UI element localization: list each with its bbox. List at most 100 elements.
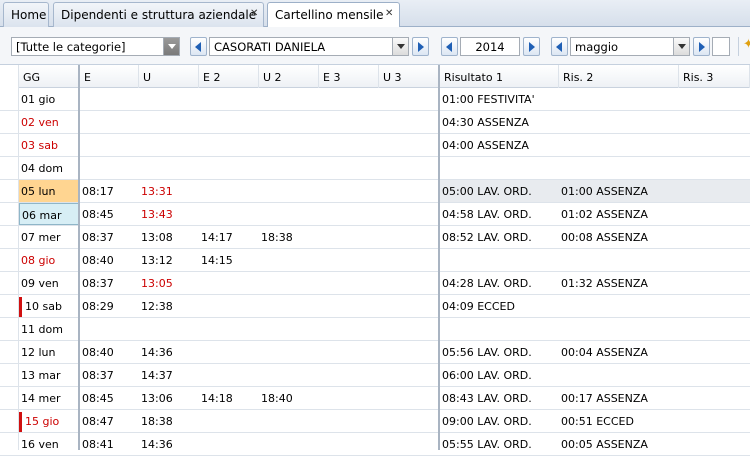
cell-e2[interactable]: [199, 157, 201, 179]
cell-u2[interactable]: [259, 134, 261, 156]
cell-r1[interactable]: 04:28 LAV. ORD.: [440, 272, 532, 294]
wand-icon[interactable]: ✦: [738, 37, 750, 56]
next-year-button[interactable]: [523, 37, 540, 56]
cell-u1[interactable]: 12:38: [139, 295, 173, 317]
col-ris3[interactable]: Ris. 3: [679, 65, 750, 88]
col-u1[interactable]: U: [139, 65, 199, 88]
cell-e2[interactable]: [199, 272, 201, 294]
cell-u1[interactable]: [139, 134, 141, 156]
close-icon[interactable]: ✕: [250, 8, 258, 19]
cell-u2[interactable]: [259, 272, 261, 294]
table-row[interactable]: 05 lun 08:17 13:31 05:00 LAV. ORD. 01:00 ASS…: [0, 180, 750, 203]
cell-e1[interactable]: 08:37: [80, 226, 114, 248]
table-row[interactable]: 04 dom: [0, 157, 750, 180]
cell-u2[interactable]: [259, 341, 261, 363]
cell-r1[interactable]: 09:00 LAV. ORD.: [440, 410, 532, 432]
day-cell[interactable]: 02 ven: [19, 111, 79, 133]
day-cell[interactable]: 12 lun: [19, 341, 79, 363]
cell-e2[interactable]: [199, 295, 201, 317]
cell-r1[interactable]: 08:43 LAV. ORD.: [440, 387, 532, 409]
cell-r1[interactable]: 08:52 LAV. ORD.: [440, 226, 532, 248]
cell-u1[interactable]: 13:43: [139, 203, 173, 225]
table-row[interactable]: 06 mar 08:45 13:43 04:58 LAV. ORD. 01:02 ASS…: [0, 203, 750, 226]
cell-r1[interactable]: 05:00 LAV. ORD.: [440, 180, 532, 202]
cell-e1[interactable]: 08:45: [80, 387, 114, 409]
table-row[interactable]: 01 gio 01:00 FESTIVITA': [0, 88, 750, 111]
table-row[interactable]: 08 gio 08:40 13:12 14:15: [0, 249, 750, 272]
cell-r1[interactable]: [440, 157, 442, 179]
col-gg[interactable]: GG: [19, 65, 79, 88]
col-e3[interactable]: E 3: [319, 65, 379, 88]
cell-e2[interactable]: [199, 410, 201, 432]
cell-r2[interactable]: 00:05 ASSENZA: [559, 433, 648, 455]
cell-r2[interactable]: 01:32 ASSENZA: [559, 272, 648, 294]
cell-r1[interactable]: 04:09 ECCED: [440, 295, 515, 317]
cell-e2[interactable]: [199, 203, 201, 225]
cell-e2[interactable]: [199, 433, 201, 455]
cell-u1[interactable]: [139, 318, 141, 340]
cell-e1[interactable]: 08:47: [80, 410, 114, 432]
cell-u1[interactable]: [139, 88, 141, 110]
cell-e1[interactable]: 08:40: [80, 341, 114, 363]
day-cell[interactable]: 13 mar: [19, 364, 79, 386]
cell-r2[interactable]: [559, 88, 561, 110]
col-e2[interactable]: E 2: [199, 65, 259, 88]
cell-r2[interactable]: 00:08 ASSENZA: [559, 226, 648, 248]
day-cell[interactable]: 01 gio: [19, 88, 79, 110]
cell-e2[interactable]: [199, 341, 201, 363]
chevron-down-icon[interactable]: [392, 38, 408, 55]
cell-u1[interactable]: 13:06: [139, 387, 173, 409]
day-cell[interactable]: 06 mar: [19, 203, 79, 225]
cell-e1[interactable]: 08:17: [80, 180, 114, 202]
day-cell[interactable]: 10 sab: [19, 295, 79, 317]
cell-e1[interactable]: [80, 157, 82, 179]
cell-u2[interactable]: [259, 410, 261, 432]
cell-r2[interactable]: [559, 134, 561, 156]
cell-u1[interactable]: 14:37: [139, 364, 173, 386]
cell-u2[interactable]: 18:40: [259, 387, 293, 409]
cell-u2[interactable]: [259, 203, 261, 225]
cell-u2[interactable]: [259, 157, 261, 179]
cell-u2[interactable]: [259, 180, 261, 202]
chevron-down-icon[interactable]: [163, 38, 179, 55]
cell-u2[interactable]: [259, 295, 261, 317]
cell-r2[interactable]: 01:00 ASSENZA: [559, 180, 648, 202]
table-row[interactable]: 07 mer 08:37 13:08 14:17 18:38 08:52 LAV. ORD…: [0, 226, 750, 249]
cell-e1[interactable]: 08:45: [80, 203, 114, 225]
table-row[interactable]: 10 sab 08:29 12:38 04:09 ECCED: [0, 295, 750, 318]
cell-u2[interactable]: 18:38: [259, 226, 293, 248]
cell-u1[interactable]: 18:38: [139, 410, 173, 432]
cell-u1[interactable]: 13:12: [139, 249, 173, 271]
chevron-down-icon[interactable]: [673, 38, 689, 55]
tab-dipendenti[interactable]: Dipendenti e struttura aziendale ✕: [53, 2, 264, 27]
day-cell[interactable]: 05 lun: [19, 180, 79, 202]
cell-r1[interactable]: 04:30 ASSENZA: [440, 111, 529, 133]
close-icon[interactable]: ✕: [385, 8, 393, 19]
cell-u2[interactable]: [259, 88, 261, 110]
day-cell[interactable]: 15 gio: [19, 410, 79, 432]
prev-month-button[interactable]: [551, 37, 568, 56]
prev-year-button[interactable]: [441, 37, 458, 56]
day-cell[interactable]: 07 mer: [19, 226, 79, 248]
cell-u1[interactable]: 13:31: [139, 180, 173, 202]
cell-u2[interactable]: [259, 111, 261, 133]
col-u3[interactable]: U 3: [379, 65, 439, 88]
cell-r1[interactable]: 05:55 LAV. ORD.: [440, 433, 532, 455]
day-cell[interactable]: 11 dom: [19, 318, 79, 340]
prev-employee-button[interactable]: [190, 37, 207, 56]
col-e1[interactable]: E: [80, 65, 139, 88]
col-risultato1[interactable]: Risultato 1: [440, 65, 559, 88]
cell-e1[interactable]: 08:41: [80, 433, 114, 455]
col-u2[interactable]: U 2: [259, 65, 319, 88]
cell-r2[interactable]: 01:02 ASSENZA: [559, 203, 648, 225]
cell-e1[interactable]: 08:29: [80, 295, 114, 317]
table-row[interactable]: 02 ven 04:30 ASSENZA: [0, 111, 750, 134]
cell-e1[interactable]: [80, 134, 82, 156]
cell-r2[interactable]: 00:51 ECCED: [559, 410, 634, 432]
extra-input[interactable]: [712, 37, 730, 56]
table-row[interactable]: 12 lun 08:40 14:36 05:56 LAV. ORD. 00:04 ASS…: [0, 341, 750, 364]
cell-r1[interactable]: 06:00 LAV. ORD.: [440, 364, 532, 386]
cell-e2[interactable]: 14:18: [199, 387, 233, 409]
cell-e1[interactable]: [80, 88, 82, 110]
cell-r2[interactable]: [559, 249, 561, 271]
